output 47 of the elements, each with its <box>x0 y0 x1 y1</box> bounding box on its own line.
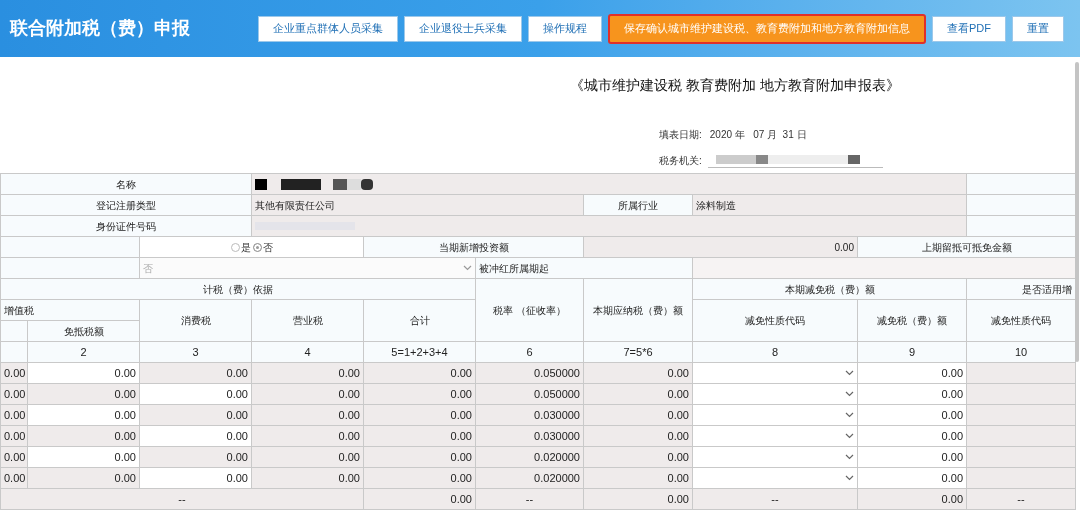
table-cell: 0.00 <box>0 425 28 447</box>
chevron-down-icon <box>845 370 854 376</box>
chevron-down-icon <box>845 454 854 460</box>
field-label: 被冲红所属期起 <box>475 257 693 279</box>
field-label: 上期留抵可抵免金额 <box>857 236 1076 258</box>
table-cell: 0.00 <box>0 467 28 489</box>
toolbar-button[interactable]: 企业退役士兵采集 <box>404 15 522 42</box>
field-value: 其他有限责任公司 <box>251 194 584 216</box>
chevron-down-icon <box>845 475 854 481</box>
form-title: 《城市维护建设税 教育费附加 地方教育附加申报表》 <box>570 76 900 95</box>
column-header: 消费税 <box>139 299 252 342</box>
table-cell: 0.00 <box>0 404 28 426</box>
column-header: 本期减免税（费）额 <box>692 278 967 300</box>
column-header: 计税（费）依据 <box>0 278 476 300</box>
app-title: 联合附加税（费）申报 <box>10 17 190 40</box>
toolbar-button[interactable]: 重置 <box>1012 15 1064 42</box>
field-value: 涂料制造 <box>692 194 967 216</box>
field-value: 0.00 <box>583 236 858 258</box>
scrollbar-thumb[interactable] <box>1075 62 1079 362</box>
column-header: 税率 （征收率） <box>475 278 584 342</box>
table-cell: 0.00 <box>0 362 28 384</box>
column-header: 增值税 <box>0 299 140 321</box>
date-value: 2020 年 07 月 31 日 <box>709 128 807 142</box>
field-label: 名称 <box>0 173 252 195</box>
table-cell: -- <box>0 488 364 510</box>
chevron-down-icon <box>845 391 854 397</box>
chevron-down-icon <box>845 433 854 439</box>
field-label: 身份证件号码 <box>0 215 252 237</box>
chevron-down-icon <box>845 412 854 418</box>
column-header: 减免性质代码 <box>966 299 1076 342</box>
field-label: 当期新增投资额 <box>363 236 584 258</box>
column-header: 营业税 <box>251 299 364 342</box>
toolbar-button[interactable]: 企业重点群体人员采集 <box>258 15 398 42</box>
field-label: 登记注册类型 <box>0 194 252 216</box>
radio-option[interactable]: 是 <box>230 240 251 254</box>
chevron-down-icon <box>463 265 472 271</box>
column-header: 减免税（费）额 <box>857 299 967 342</box>
column-header: 合计 <box>363 299 476 342</box>
table-cell: 0.00 <box>0 446 28 468</box>
toolbar-button[interactable]: 查看PDF <box>932 15 1006 42</box>
column-header: 本期应纳税（费）额 <box>583 278 693 342</box>
column-header: 减免性质代码 <box>692 299 858 342</box>
radio-option[interactable]: 否 <box>252 240 273 254</box>
table-cell: 0.00 <box>0 383 28 405</box>
tax-authority-label: 税务机关: <box>659 154 702 168</box>
date-label: 填表日期: <box>659 128 702 142</box>
toolbar-button[interactable]: 操作规程 <box>528 15 602 42</box>
